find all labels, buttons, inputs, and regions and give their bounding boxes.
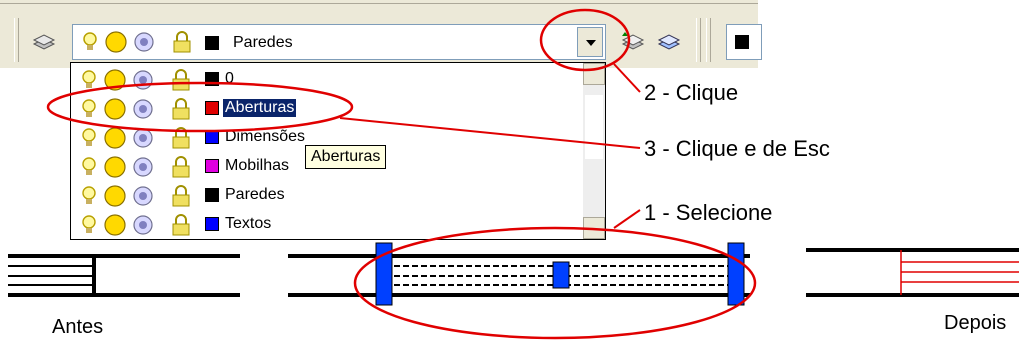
leader-line bbox=[613, 63, 641, 93]
annotation-step1: 1 - Selecione bbox=[644, 200, 773, 225]
annotation-overlay bbox=[46, 8, 757, 340]
highlight-ellipse bbox=[539, 8, 631, 72]
leader-line bbox=[339, 117, 641, 149]
leader-line bbox=[613, 209, 641, 229]
highlight-ellipse bbox=[353, 226, 757, 340]
highlight-ellipse bbox=[46, 81, 354, 133]
annotation-step2: 2 - Clique bbox=[644, 80, 739, 105]
caption-after: Depois bbox=[944, 312, 1007, 334]
caption-before: Antes bbox=[52, 316, 104, 338]
annotation-step3: 3 - Clique e de Esc bbox=[644, 136, 830, 161]
